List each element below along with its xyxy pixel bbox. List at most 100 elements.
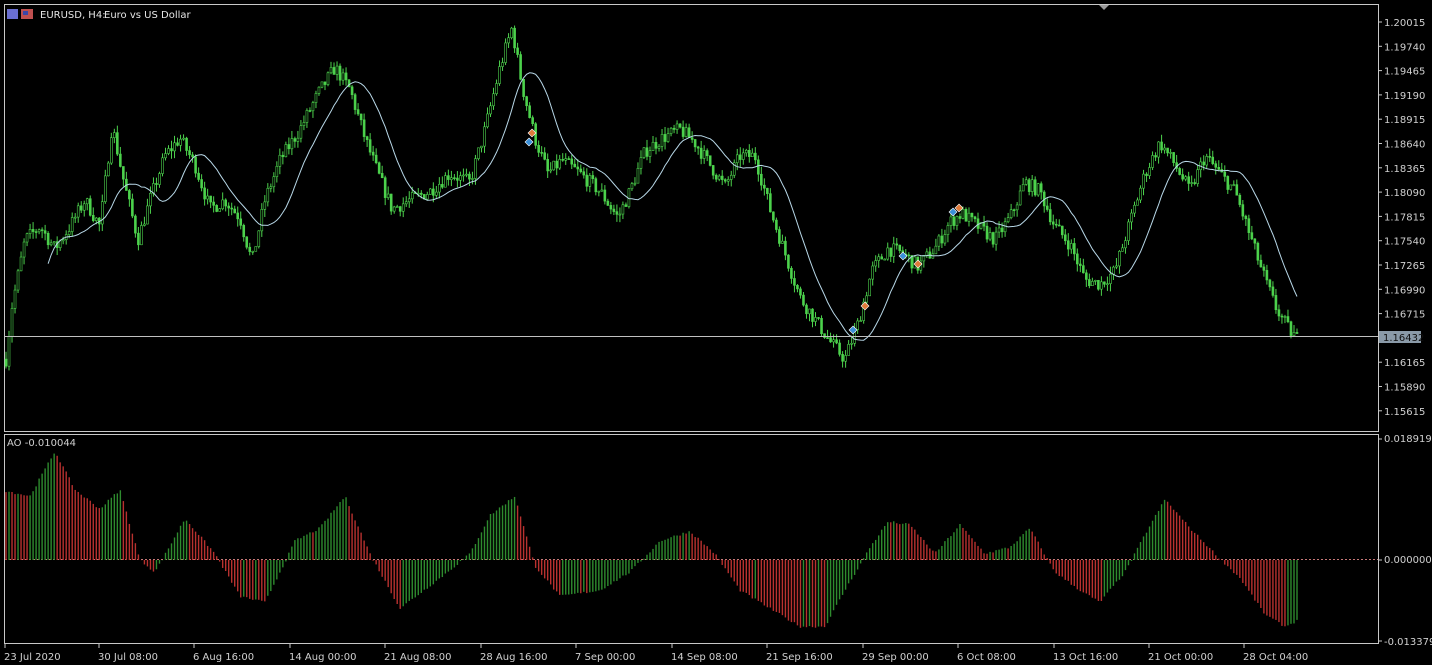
time-tick-label: 28 Aug 16:00	[480, 652, 547, 663]
candle-body	[1100, 281, 1103, 290]
candle-body	[648, 150, 652, 157]
candle-body	[278, 154, 282, 167]
candle-body	[1006, 217, 1010, 223]
candle-body	[155, 183, 158, 185]
candle-body	[1169, 152, 1172, 154]
candle-body	[744, 149, 748, 154]
candle-body	[645, 147, 649, 157]
candle-body	[555, 160, 559, 169]
candle-body	[368, 139, 372, 153]
candle-body	[1187, 176, 1190, 184]
candle-body	[19, 256, 23, 272]
candle-body	[170, 148, 173, 152]
candle-body	[1070, 243, 1073, 250]
candle-body	[892, 243, 896, 257]
candle-body	[94, 217, 98, 221]
candle-body	[76, 205, 80, 218]
candle-body	[1079, 263, 1082, 266]
candle-body	[1232, 184, 1236, 186]
candle-body	[233, 208, 237, 214]
chart-description: Euro vs US Dollar	[104, 10, 192, 21]
candle-body	[624, 204, 628, 207]
time-axis[interactable]: 23 Jul 2020 30 Jul 08:00 6 Aug 16:00 14 Aug…	[4, 644, 1308, 663]
time-tick-label: 21 Oct 00:00	[1148, 652, 1213, 663]
candle-body	[1148, 167, 1151, 176]
candle-body	[642, 147, 646, 158]
candle-body	[1085, 272, 1088, 280]
candle-body	[311, 102, 315, 112]
candle-body	[886, 247, 890, 260]
ao-indicator-label: AO -0.010044	[7, 438, 76, 449]
candle-body	[122, 166, 125, 180]
candle-body	[1127, 221, 1130, 241]
candle-body	[489, 105, 492, 115]
candle-body	[107, 162, 110, 177]
candle-body	[618, 213, 622, 216]
candle-body	[708, 155, 712, 166]
candle-body	[263, 201, 267, 210]
candle-body	[826, 337, 829, 339]
candle-body	[871, 265, 874, 280]
candle-body	[1268, 279, 1272, 288]
candle-body	[1262, 266, 1266, 271]
candle-body	[362, 119, 366, 137]
candle-body	[696, 146, 700, 149]
candle-body	[176, 142, 179, 146]
candle-body	[350, 86, 354, 96]
candle-body	[290, 138, 294, 150]
candle-body	[793, 278, 796, 286]
chart-shift-marker[interactable]	[1099, 5, 1109, 10]
candle-body	[140, 225, 143, 246]
trade-arrow-icon[interactable]	[524, 137, 534, 147]
candle-body	[522, 78, 525, 97]
symbol-icons[interactable]	[7, 9, 33, 19]
time-tick-label: 23 Jul 2020	[4, 652, 61, 663]
candle-body	[1229, 184, 1233, 190]
candle-body	[778, 229, 781, 244]
candle-body	[1259, 259, 1263, 268]
candle-body	[158, 173, 161, 185]
candle-body	[344, 72, 348, 81]
candle-body	[453, 177, 456, 180]
candle-body	[435, 191, 438, 196]
candle-body	[119, 153, 122, 167]
candle-body	[215, 205, 218, 212]
candle-body	[353, 94, 357, 110]
price-tick-label: 1.17265	[1384, 261, 1425, 272]
candle-body	[260, 209, 264, 232]
candle-body	[787, 254, 790, 269]
candle-body	[1045, 205, 1049, 210]
candle-body	[245, 236, 249, 248]
candle-body	[1097, 280, 1100, 290]
candle-body	[266, 188, 270, 203]
candle-body	[799, 288, 802, 296]
candle-body	[1112, 266, 1115, 275]
candle-body	[763, 184, 766, 189]
candle-body	[841, 354, 844, 362]
candle-body	[558, 158, 562, 169]
candle-body	[40, 229, 44, 232]
candle-body	[1217, 167, 1221, 170]
candle-body	[1009, 209, 1013, 218]
ao-axis[interactable]: 0.018919 0.000000 -0.013379	[1378, 434, 1432, 648]
trading-chart[interactable]: EURUSD, H4: Euro vs US Dollar 1.20015 1.1…	[0, 0, 1432, 665]
candle-body	[1027, 179, 1031, 192]
candle-body	[281, 154, 285, 158]
candle-body	[741, 152, 745, 160]
candle-body	[444, 175, 447, 188]
candle-body	[194, 156, 197, 174]
trade-arrow-icon[interactable]	[860, 301, 870, 311]
candle-body	[377, 162, 381, 174]
candle-body	[1012, 209, 1016, 211]
candle-body	[398, 206, 402, 212]
candle-body	[43, 230, 47, 234]
candle-body	[1109, 273, 1112, 284]
candle-body	[847, 344, 850, 356]
candle-body	[946, 225, 950, 235]
candle-body	[4, 358, 8, 367]
candle-body	[88, 198, 92, 216]
candle-body	[525, 96, 528, 107]
candle-body	[200, 179, 203, 189]
candle-body	[1289, 321, 1293, 336]
price-axis[interactable]: 1.20015 1.19740 1.19465 1.19190 1.18915 1.186…	[1378, 18, 1425, 418]
